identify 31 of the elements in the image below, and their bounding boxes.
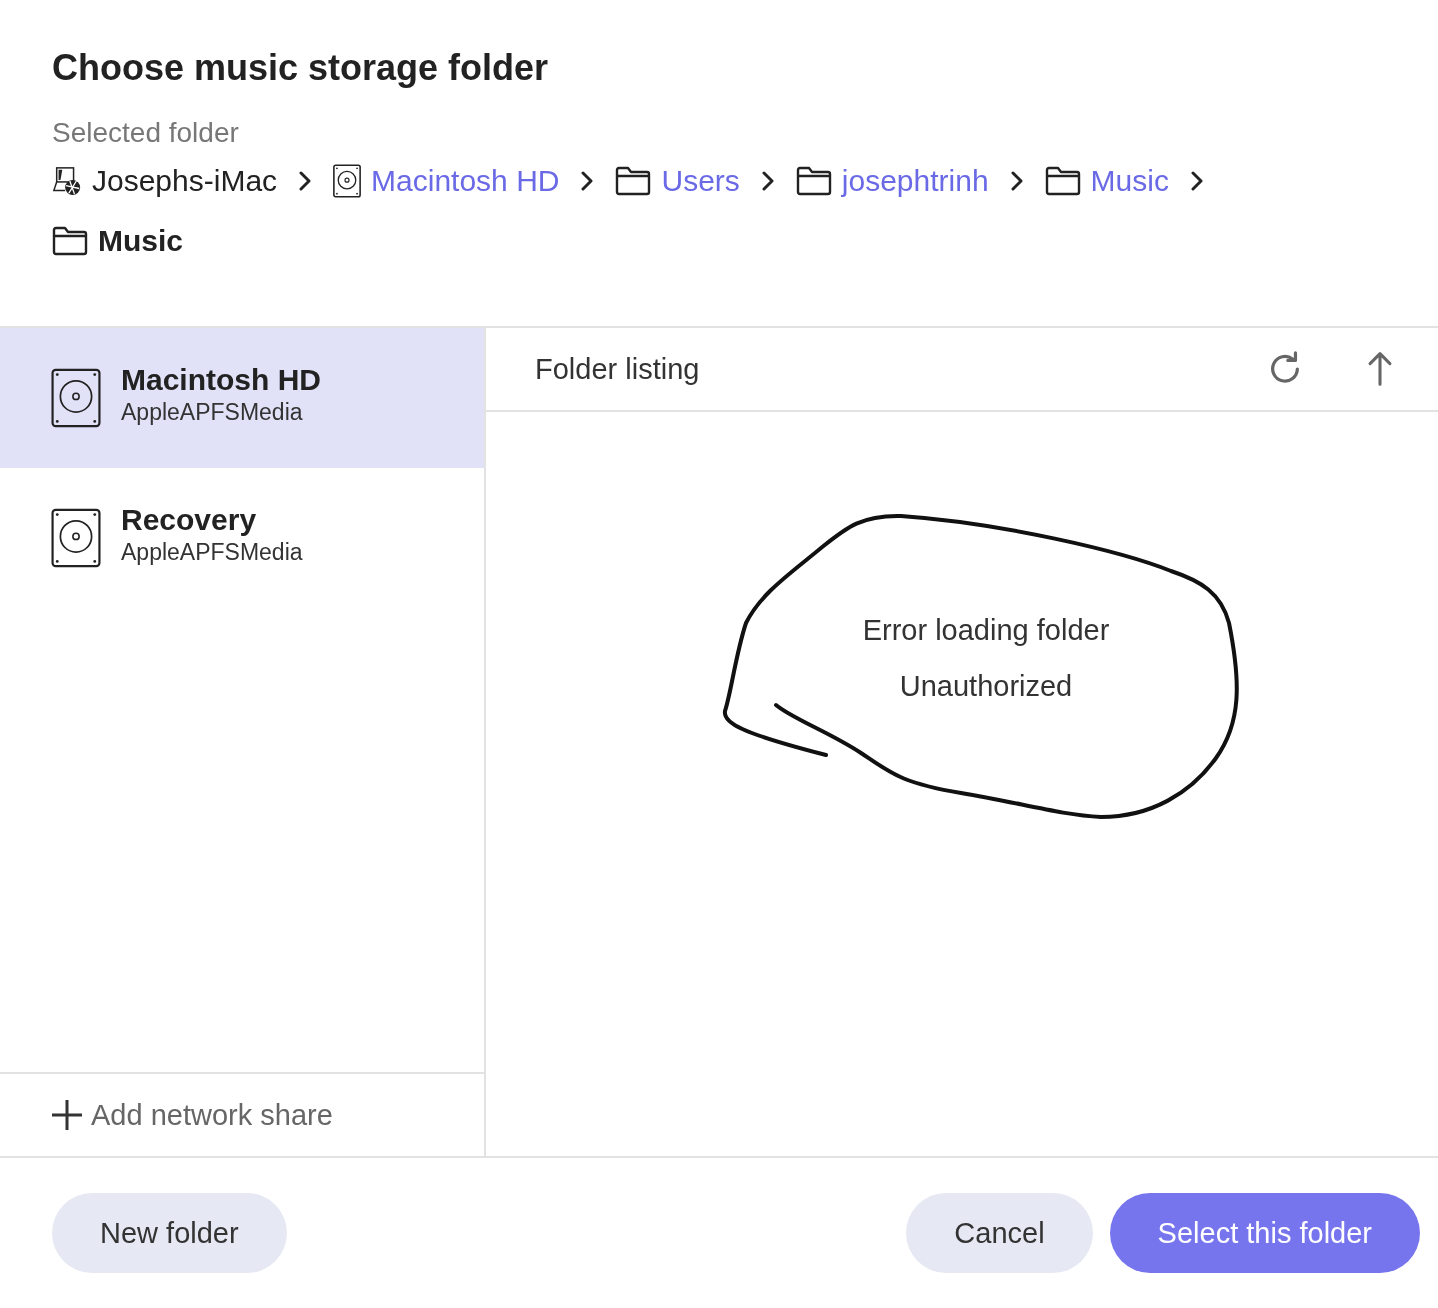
hard-drive-icon bbox=[51, 368, 101, 428]
computer-network-icon bbox=[52, 166, 82, 196]
plus-icon bbox=[51, 1099, 83, 1131]
dialog-button[interactable]: Select this folder bbox=[1109, 1193, 1420, 1273]
error-detail: Unauthorized bbox=[899, 669, 1073, 704]
hard-drive-icon bbox=[333, 164, 362, 198]
breadcrumb-link[interactable]: Macintosh HD bbox=[371, 164, 560, 198]
breadcrumb-item: Music bbox=[98, 224, 184, 258]
dialog-title: Choose music storage folder bbox=[52, 46, 550, 90]
add-network-share-button[interactable]: Add network share bbox=[51, 1098, 333, 1132]
folder-icon bbox=[1044, 166, 1081, 196]
chevron-right-icon bbox=[761, 171, 774, 191]
hard-drive-icon bbox=[51, 508, 101, 568]
dialog-button[interactable]: Cancel bbox=[906, 1193, 1093, 1273]
panel-title: Folder listing bbox=[535, 352, 701, 386]
breadcrumb-link[interactable]: josephtrinh bbox=[841, 164, 989, 198]
folder-icon bbox=[795, 166, 832, 196]
chevron-right-icon bbox=[581, 171, 594, 191]
arrow-up-icon[interactable] bbox=[1366, 351, 1394, 387]
chevron-right-icon bbox=[1190, 171, 1203, 191]
selected-folder-label: Selected folder bbox=[52, 116, 240, 150]
folder-icon bbox=[52, 226, 88, 256]
error-message: Error loading folder bbox=[862, 613, 1110, 648]
dialog-button[interactable]: New folder bbox=[52, 1193, 287, 1273]
breadcrumb-item: Josephs-iMac bbox=[92, 164, 278, 198]
breadcrumb-link[interactable]: Users bbox=[661, 164, 740, 198]
chevron-right-icon bbox=[1010, 171, 1023, 191]
drive-list-item[interactable]: Macintosh HD AppleAPFSMedia bbox=[0, 328, 484, 468]
breadcrumb-link[interactable]: Music bbox=[1090, 164, 1169, 198]
folder-icon bbox=[615, 166, 652, 196]
chevron-right-icon bbox=[299, 171, 312, 191]
